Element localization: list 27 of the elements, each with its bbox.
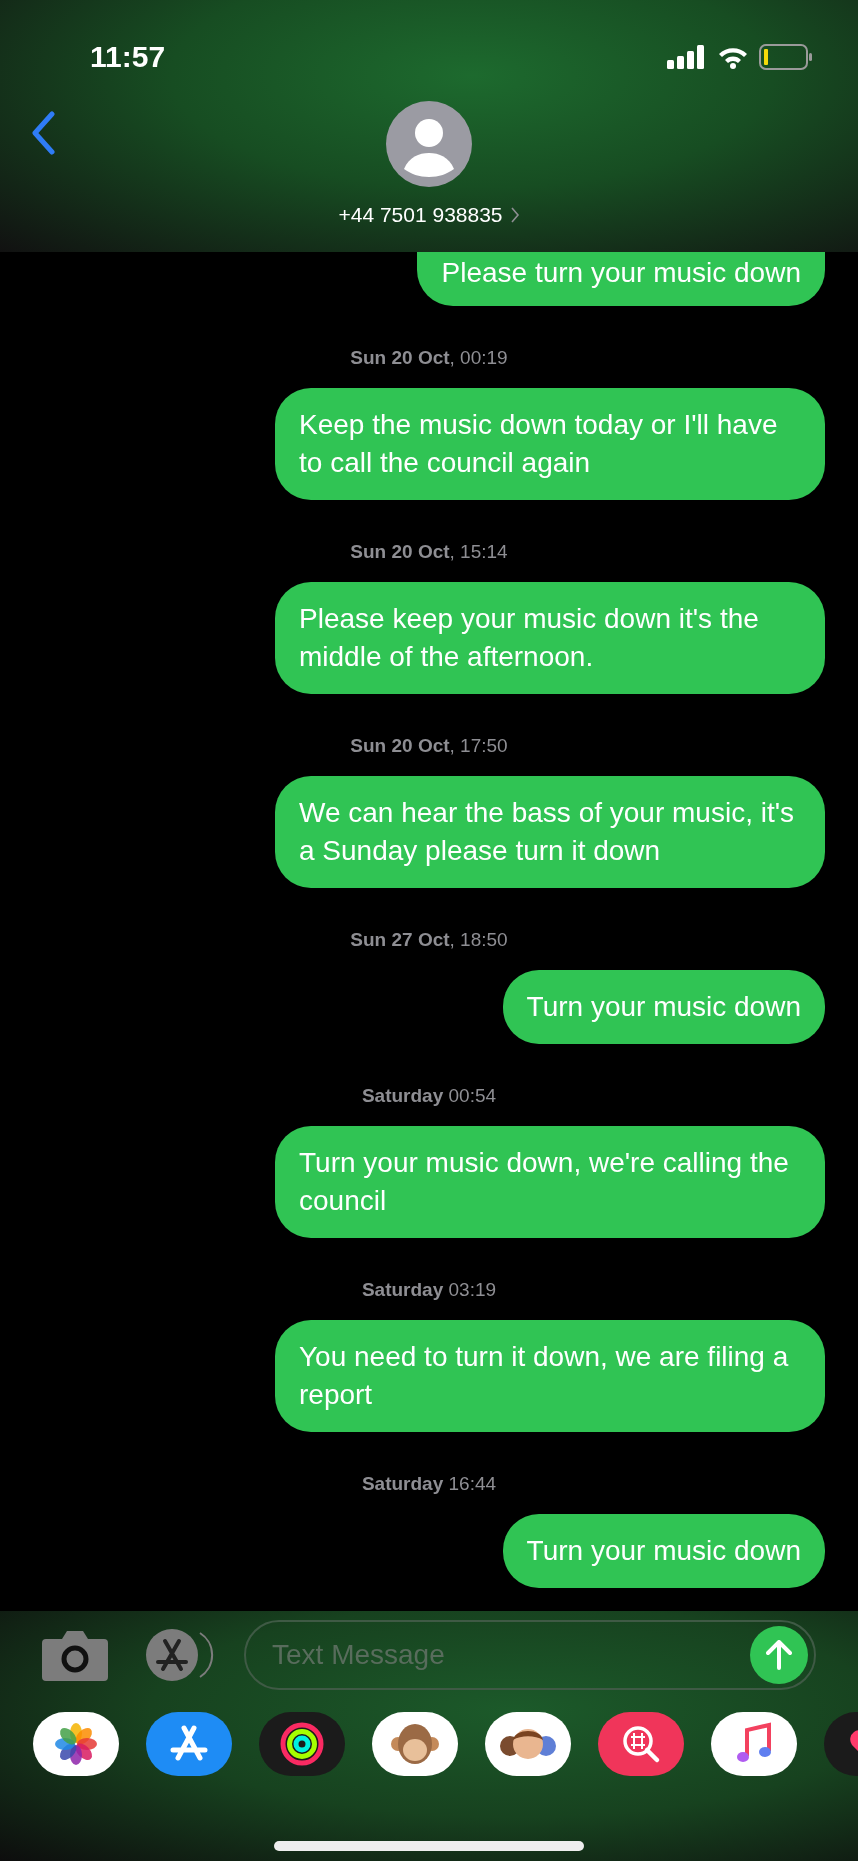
- message-bubble: We can hear the bass of your music, it's a Sunday please turn it down: [275, 776, 825, 888]
- message-bubble: Turn your music down, we're calling the council: [275, 1126, 825, 1238]
- composer-field[interactable]: Text Message: [244, 1620, 816, 1690]
- chevron-right-icon[interactable]: [510, 206, 520, 223]
- arrow-up-icon: [766, 1640, 792, 1670]
- signal-icon: [667, 44, 707, 69]
- timestamp: Sun 20 Oct, 00:19: [350, 346, 508, 370]
- timestamp: Sun 27 Oct, 18:50: [350, 928, 508, 952]
- message-bubble: Turn your music down: [502, 1514, 825, 1588]
- battery-icon: [759, 43, 813, 70]
- timestamp: Saturday 00:54: [361, 1084, 497, 1108]
- message-input[interactable]: Text Message: [272, 1634, 750, 1676]
- timestamp: Saturday 16:44: [361, 1472, 497, 1496]
- back-chevron-icon[interactable]: [30, 111, 56, 155]
- timestamp: Sun 20 Oct, 17:50: [350, 734, 508, 758]
- message-bubble: Keep the music down today or I'll have to call the council again: [275, 388, 825, 500]
- message-bubble: You need to turn it down, we are filing a report: [275, 1320, 825, 1432]
- camera-icon[interactable]: [42, 1629, 108, 1681]
- timestamp: Sun 20 Oct, 15:14: [350, 540, 508, 564]
- contact-number[interactable]: +44 7501 938835: [338, 199, 503, 231]
- message-bubble: Please turn your music down: [417, 252, 825, 306]
- send-button[interactable]: [750, 1626, 808, 1684]
- avatar-icon[interactable]: [386, 101, 472, 187]
- message-bubble: Please keep your music down it's the middle of the afternoon.: [275, 582, 825, 694]
- message-bubble: Turn your music down: [502, 970, 825, 1044]
- timestamp: Saturday 03:19: [361, 1278, 497, 1302]
- status-time: 11:57: [90, 39, 166, 75]
